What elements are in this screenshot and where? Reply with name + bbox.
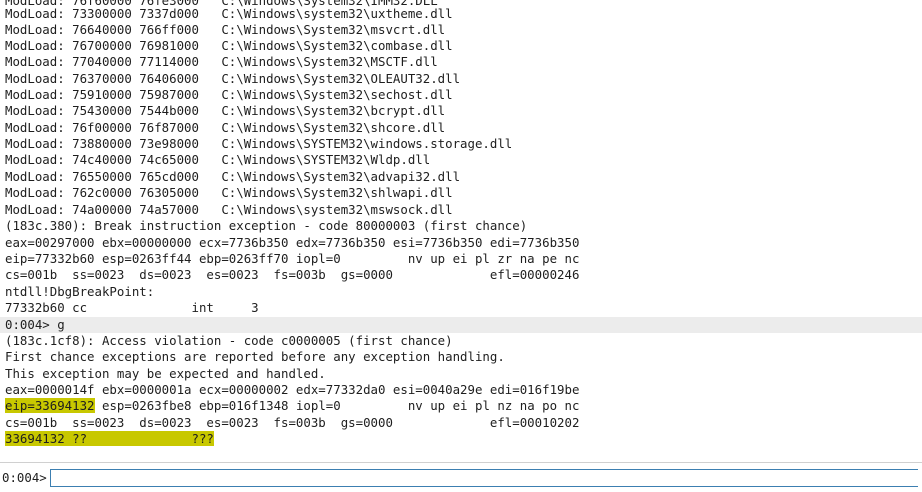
- output-line: ntdll!DbgBreakPoint:: [5, 284, 155, 299]
- register-rest: esp=0263fbe8 ebp=016f1348 iopl=0 nv up e…: [94, 398, 580, 413]
- faulting-instruction-highlight: 33694132 ?? ???: [5, 431, 214, 446]
- prompt-output-line: 0:004> g: [0, 317, 922, 333]
- output-line: ModLoad: 76370000 76406000 C:\Windows\Sy…: [5, 71, 461, 86]
- output-line: (183c.1cf8): Access violation - code c00…: [5, 333, 453, 348]
- command-input[interactable]: [50, 469, 918, 487]
- command-prompt: 0:004>: [2, 470, 47, 485]
- output-line: ModLoad: 76f00000 76f87000 C:\Windows\Sy…: [5, 120, 446, 135]
- output-line: ModLoad: 74c40000 74c65000 C:\Windows\SY…: [5, 152, 431, 167]
- output-line: ModLoad: 762c0000 76305000 C:\Windows\Sy…: [5, 185, 453, 200]
- output-line: ModLoad: 75910000 75987000 C:\Windows\Sy…: [5, 87, 453, 102]
- eip-highlight: eip=33694132: [5, 398, 95, 413]
- output-line: (183c.380): Break instruction exception …: [5, 218, 528, 233]
- output-line: ModLoad: 74a00000 74a57000 C:\Windows\sy…: [5, 202, 453, 217]
- output-line: This exception may be expected and handl…: [5, 366, 326, 381]
- output-line: cs=001b ss=0023 ds=0023 es=0023 fs=003b …: [5, 267, 580, 282]
- output-line: eip=33694132 esp=0263fbe8 ebp=016f1348 i…: [0, 398, 922, 414]
- output-line: ModLoad: 76640000 766ff000 C:\Windows\Sy…: [5, 22, 446, 37]
- output-line: ModLoad: 77040000 77114000 C:\Windows\Sy…: [5, 54, 438, 69]
- output-line: 33694132 ?? ???: [0, 431, 922, 447]
- output-line: ModLoad: 75430000 7544b000 C:\Windows\Sy…: [5, 103, 446, 118]
- output-line: ModLoad: 73880000 73e98000 C:\Windows\SY…: [5, 136, 513, 151]
- debugger-output-pane: ModLoad: 76f60000 76fe3000 C:\Windows\Sy…: [0, 0, 922, 455]
- command-bar: 0:004>: [0, 462, 922, 492]
- output-line: 77332b60 cc int 3: [5, 300, 259, 315]
- output-line: eax=0000014f ebx=0000001a ecx=00000002 e…: [5, 382, 580, 397]
- output-line: eax=00297000 ebx=00000000 ecx=7736b350 e…: [5, 235, 580, 250]
- output-line: ModLoad: 76700000 76981000 C:\Windows\Sy…: [5, 38, 453, 53]
- output-line: ModLoad: 76550000 765cd000 C:\Windows\Sy…: [5, 169, 461, 184]
- output-line: First chance exceptions are reported bef…: [5, 349, 505, 364]
- output-line: cs=001b ss=0023 ds=0023 es=0023 fs=003b …: [5, 415, 580, 430]
- output-line: eip=77332b60 esp=0263ff44 ebp=0263ff70 i…: [5, 251, 580, 266]
- output-line: ModLoad: 73300000 7337d000 C:\Windows\sy…: [5, 6, 453, 21]
